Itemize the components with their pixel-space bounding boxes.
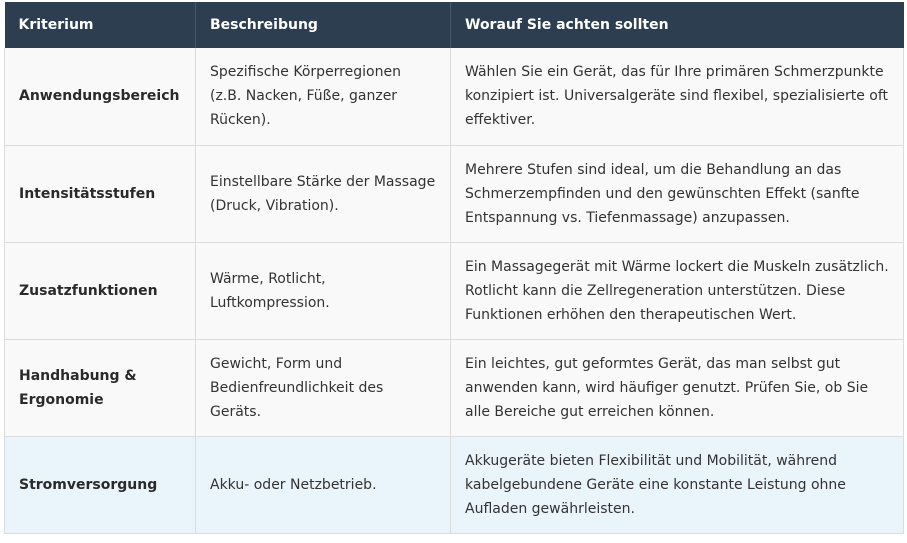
- criterion-cell: Intensitätsstufen: [4, 145, 196, 243]
- table-row-highlighted: Stromversorgung Akku- oder Netzbetrieb. …: [4, 436, 904, 534]
- advice-cell: Mehrere Stufen sind ideal, um die Behand…: [450, 145, 904, 243]
- criteria-table: Kriterium Beschreibung Worauf Sie achten…: [4, 2, 904, 534]
- description-cell: Spezifische Körperregionen (z.B. Nacken,…: [195, 48, 451, 146]
- header-worauf-achten: Worauf Sie achten sollten: [450, 2, 904, 48]
- description-cell: Wärme, Rotlicht, Luftkompression.: [195, 242, 451, 340]
- table-row: Zusatzfunktionen Wärme, Rotlicht, Luftko…: [4, 242, 904, 340]
- criterion-cell: Stromversorgung: [4, 436, 196, 534]
- criterion-cell: Handhabung & Ergonomie: [4, 339, 196, 437]
- advice-cell: Ein leichtes, gut geformtes Gerät, das m…: [450, 339, 904, 437]
- description-cell: Gewicht, Form und Bedienfreundlichkeit d…: [195, 339, 451, 437]
- advice-cell: Wählen Sie ein Gerät, das für Ihre primä…: [450, 48, 904, 146]
- table-row: Intensitätsstufen Einstellbare Stärke de…: [4, 145, 904, 243]
- table-row: Anwendungsbereich Spezifische Körperregi…: [4, 48, 904, 146]
- advice-cell: Akkugeräte bieten Flexibilität und Mobil…: [450, 436, 904, 534]
- criterion-cell: Zusatzfunktionen: [4, 242, 196, 340]
- comparison-table-container: Kriterium Beschreibung Worauf Sie achten…: [4, 2, 904, 534]
- table-row: Handhabung & Ergonomie Gewicht, Form und…: [4, 339, 904, 437]
- header-kriterium: Kriterium: [4, 2, 196, 48]
- description-cell: Einstellbare Stärke der Massage (Druck, …: [195, 145, 451, 243]
- description-cell: Akku- oder Netzbetrieb.: [195, 436, 451, 534]
- header-beschreibung: Beschreibung: [195, 2, 451, 48]
- advice-cell: Ein Massagegerät mit Wärme lockert die M…: [450, 242, 904, 340]
- criterion-cell: Anwendungsbereich: [4, 48, 196, 146]
- table-header-row: Kriterium Beschreibung Worauf Sie achten…: [4, 2, 904, 48]
